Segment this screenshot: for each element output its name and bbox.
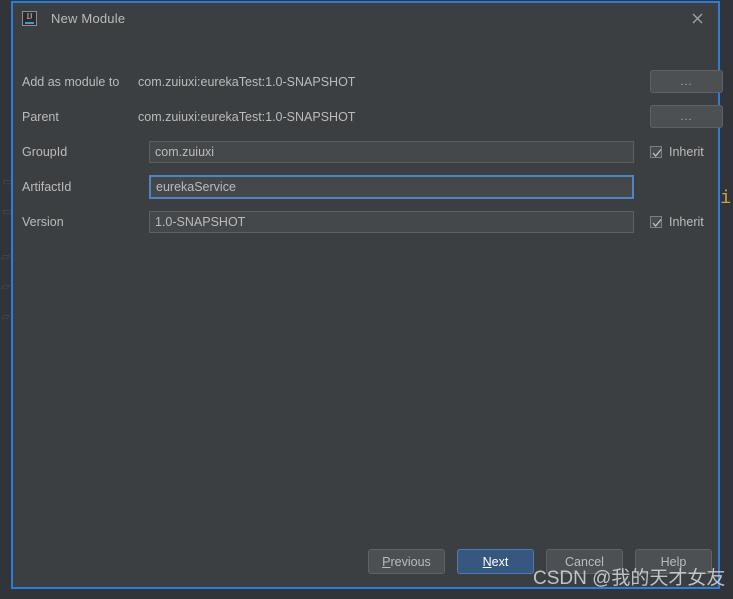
background-project-node: ▱	[1, 251, 10, 263]
next-button-label-rest: ext	[491, 554, 509, 569]
label-artifactid: ArtifactId	[22, 180, 72, 194]
inherit-version[interactable]: Inherit	[650, 215, 704, 229]
dialog-title: New Module	[51, 10, 126, 26]
inherit-groupid-checkbox[interactable]	[650, 146, 662, 158]
inherit-version-label: Inherit	[669, 215, 704, 229]
label-parent: Parent	[22, 110, 59, 124]
close-button[interactable]	[680, 4, 714, 32]
inherit-version-checkbox[interactable]	[650, 216, 662, 228]
dialog-form: Add as module to com.zuiuxi:eurekaTest:1…	[13, 33, 723, 541]
form-row-version: Version Inherit	[13, 211, 718, 233]
intellij-idea-icon: IJ	[22, 10, 37, 26]
cancel-button[interactable]: Cancel	[546, 549, 623, 574]
app-root: ▭ ▭ ▱ ▱ ▱ i IJ New Module Add as module	[0, 0, 733, 599]
check-icon	[652, 149, 662, 158]
next-button[interactable]: Next	[457, 549, 534, 574]
form-row-artifactid: ArtifactId	[13, 175, 718, 199]
previous-button-label-rest: revious	[390, 554, 431, 569]
label-add-as-module-to: Add as module to	[22, 75, 120, 89]
browse-button-add-as-module-to[interactable]: ...	[650, 70, 723, 93]
form-row-add-as-module-to: Add as module to com.zuiuxi:eurekaTest:1…	[13, 70, 723, 93]
background-project-node: ▱	[1, 311, 10, 323]
background-editor-glyph: i	[720, 189, 731, 209]
label-groupid: GroupId	[22, 145, 68, 159]
dialog-footer: Previous Next Cancel Help	[13, 541, 718, 587]
help-button[interactable]: Help	[635, 549, 712, 574]
form-row-groupid: GroupId Inherit	[13, 141, 718, 163]
value-parent: com.zuiuxi:eurekaTest:1.0-SNAPSHOT	[138, 110, 356, 124]
artifactid-input[interactable]	[149, 175, 634, 199]
next-mnemonic: N	[482, 554, 492, 569]
previous-mnemonic: P	[382, 554, 391, 569]
check-icon	[652, 219, 662, 228]
dialog-titlebar: IJ New Module	[13, 3, 718, 33]
close-icon	[692, 13, 702, 23]
version-input[interactable]	[149, 211, 634, 233]
browse-button-parent[interactable]: ...	[650, 105, 723, 128]
inherit-groupid-label: Inherit	[669, 145, 704, 159]
groupid-input[interactable]	[149, 141, 634, 163]
value-add-as-module-to: com.zuiuxi:eurekaTest:1.0-SNAPSHOT	[138, 75, 356, 89]
form-row-parent: Parent com.zuiuxi:eurekaTest:1.0-SNAPSHO…	[13, 105, 723, 128]
background-project-node: ▱	[1, 281, 10, 293]
inherit-groupid[interactable]: Inherit	[650, 145, 704, 159]
new-module-dialog: IJ New Module Add as module to com.zuiux…	[11, 1, 723, 589]
label-version: Version	[22, 215, 64, 229]
previous-button[interactable]: Previous	[368, 549, 445, 574]
